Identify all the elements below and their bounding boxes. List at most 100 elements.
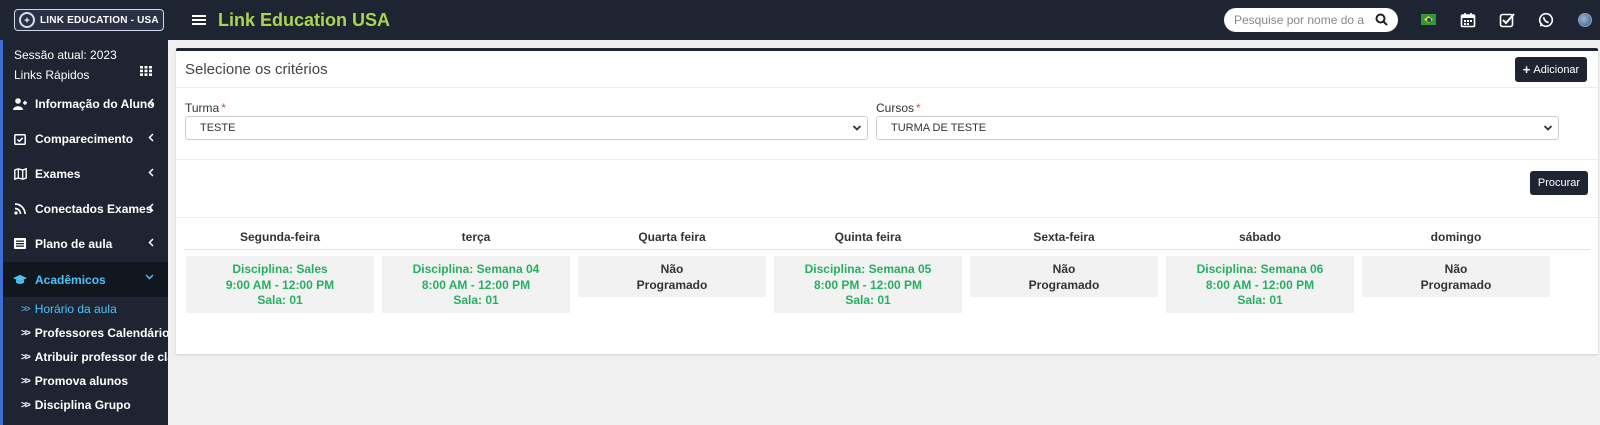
- brazil-flag-icon[interactable]: [1421, 14, 1436, 25]
- task-check-icon[interactable]: [1499, 12, 1515, 28]
- cursos-select-value: TURMA DE TESTE: [891, 122, 987, 134]
- submenu-label: Horário da aula: [34, 302, 117, 316]
- cell-status: Programado: [636, 277, 708, 292]
- submenu-label: Professores Calendário: [34, 326, 168, 340]
- double-chevron-right-icon: >>: [21, 303, 31, 315]
- submenu-assign-class-teacher[interactable]: >> Atribuir professor de classe: [21, 350, 168, 364]
- cell-time: 8:00 PM - 12:00 PM: [813, 277, 923, 292]
- sidebar-item-exams[interactable]: Exames: [3, 156, 168, 191]
- day-header: sábado: [1238, 230, 1281, 244]
- double-chevron-right-icon: >>: [21, 351, 31, 363]
- submenu-teacher-calendar[interactable]: >> Professores Calendário: [21, 326, 168, 340]
- chevron-left-icon: [148, 238, 154, 247]
- sidebar-item-label: Informação do Aluno: [35, 96, 155, 111]
- chevron-down-icon: [1543, 125, 1553, 131]
- turma-select[interactable]: TESTE: [185, 116, 868, 140]
- submenu-class-schedule[interactable]: >> Horário da aula: [21, 302, 117, 316]
- cell-room: Sala: 01: [453, 293, 499, 307]
- whatsapp-icon[interactable]: [1538, 12, 1554, 28]
- cell-status: Programado: [1420, 277, 1492, 292]
- add-button[interactable]: + Adicionar: [1515, 57, 1587, 82]
- schedule-cell: Disciplina: Semana 06 8:00 AM - 12:00 PM…: [1166, 256, 1354, 313]
- schedule-header-divider: [184, 249, 1590, 250]
- sidebar-item-online-exams[interactable]: Conectados Exames: [3, 191, 168, 226]
- double-chevron-right-icon: >>: [21, 327, 31, 339]
- schedule-cell: Disciplina: Semana 04 8:00 AM - 12:00 PM…: [382, 256, 570, 313]
- menu-toggle-icon[interactable]: [192, 15, 206, 25]
- rss-icon: [13, 202, 27, 215]
- chevron-down-icon: [145, 274, 154, 280]
- search-input[interactable]: [1234, 13, 1364, 27]
- cell-time: 9:00 AM - 12:00 PM: [225, 277, 335, 292]
- app-title: Link Education USA: [218, 9, 391, 30]
- cell-room: Sala: 01: [845, 293, 891, 307]
- sidebar-item-label: Exames: [35, 166, 81, 181]
- page-title: Selecione os critérios: [185, 61, 328, 78]
- search-box: [1224, 8, 1398, 32]
- sidebar-item-academics[interactable]: Acadêmicos: [3, 262, 168, 297]
- sidebar-item-attendance[interactable]: Comparecimento: [3, 121, 168, 156]
- plus-icon: +: [1522, 62, 1531, 77]
- calendar-icon[interactable]: [1460, 12, 1476, 28]
- submenu-label: Promova alunos: [34, 374, 129, 388]
- sidebar-item-label: Plano de aula: [35, 236, 113, 251]
- logo-text: LINK EDUCATION - USA: [40, 14, 159, 26]
- schedule-cell: Disciplina: Semana 05 8:00 PM - 12:00 PM…: [774, 256, 962, 313]
- divider: [176, 87, 1598, 88]
- divider: [176, 217, 1598, 218]
- chevron-left-icon: [148, 168, 154, 177]
- cell-time: 8:00 AM - 12:00 PM: [1205, 277, 1315, 292]
- submenu-promote-students[interactable]: >> Promova alunos: [21, 374, 128, 388]
- graduation-cap-icon: [13, 274, 27, 285]
- criteria-card: Selecione os critérios + Adicionar Turma…: [176, 48, 1598, 354]
- sidebar-item-label: Conectados Exames: [35, 201, 153, 216]
- search-button[interactable]: Procurar: [1530, 171, 1588, 195]
- divider: [176, 159, 1598, 160]
- day-header: Quinta feira: [834, 230, 902, 244]
- chevron-left-icon: [148, 203, 154, 212]
- current-session: Sessão atual: 2023: [14, 48, 117, 62]
- sidebar-item-label: Comparecimento: [35, 131, 134, 146]
- double-chevron-right-icon: >>: [21, 399, 31, 411]
- logo-icon: ✦: [19, 12, 35, 28]
- calendar-check-icon: [13, 133, 27, 145]
- required-mark: *: [916, 101, 921, 115]
- turma-select-value: TESTE: [200, 122, 236, 134]
- schedule-cell: Não Programado: [578, 256, 766, 297]
- schedule-cell: Disciplina: Sales 9:00 AM - 12:00 PM Sal…: [186, 256, 374, 313]
- cell-subject: Disciplina: Semana 05: [804, 262, 932, 276]
- cell-status: Não: [660, 262, 684, 276]
- user-avatar[interactable]: [1578, 13, 1592, 27]
- cell-subject: Disciplina: Semana 04: [412, 262, 540, 276]
- sidebar-item-lesson-plan[interactable]: Plano de aula: [3, 226, 168, 261]
- day-header: Segunda-feira: [239, 230, 320, 244]
- cell-room: Sala: 01: [257, 293, 303, 307]
- cell-room: Sala: 01: [1237, 293, 1283, 307]
- search-icon[interactable]: [1375, 13, 1388, 26]
- cursos-select[interactable]: TURMA DE TESTE: [876, 116, 1559, 140]
- add-button-label: Adicionar: [1533, 63, 1580, 76]
- cell-status: Não: [1444, 262, 1468, 276]
- cell-subject: Disciplina: Sales: [232, 262, 328, 276]
- chevron-down-icon: [852, 125, 862, 131]
- sidebar-item-student-info[interactable]: Informação do Aluno: [3, 86, 168, 121]
- submenu-label: Disciplina Grupo: [34, 398, 131, 412]
- cell-status: Programado: [1028, 277, 1100, 292]
- grid-icon[interactable]: [140, 66, 152, 76]
- required-mark: *: [221, 101, 226, 115]
- day-header: terça: [461, 230, 491, 244]
- map-icon: [13, 167, 27, 180]
- submenu-subject-group[interactable]: >> Disciplina Grupo: [21, 398, 131, 412]
- schedule-cell: Não Programado: [970, 256, 1158, 297]
- turma-label-text: Turma: [185, 101, 220, 115]
- user-plus-icon: [13, 97, 27, 110]
- cursos-label-text: Cursos: [876, 101, 915, 115]
- quick-links-label: Links Rápidos: [14, 68, 90, 82]
- turma-label: Turma *: [185, 101, 226, 115]
- cell-subject: Disciplina: Semana 06: [1196, 262, 1324, 276]
- day-header: Quarta feira: [638, 230, 706, 244]
- logo[interactable]: ✦ LINK EDUCATION - USA: [14, 9, 164, 31]
- sidebar: Sessão atual: 2023 Links Rápidos Informa…: [0, 40, 168, 425]
- chevron-left-icon: [148, 133, 154, 142]
- cell-time: 8:00 AM - 12:00 PM: [421, 277, 531, 292]
